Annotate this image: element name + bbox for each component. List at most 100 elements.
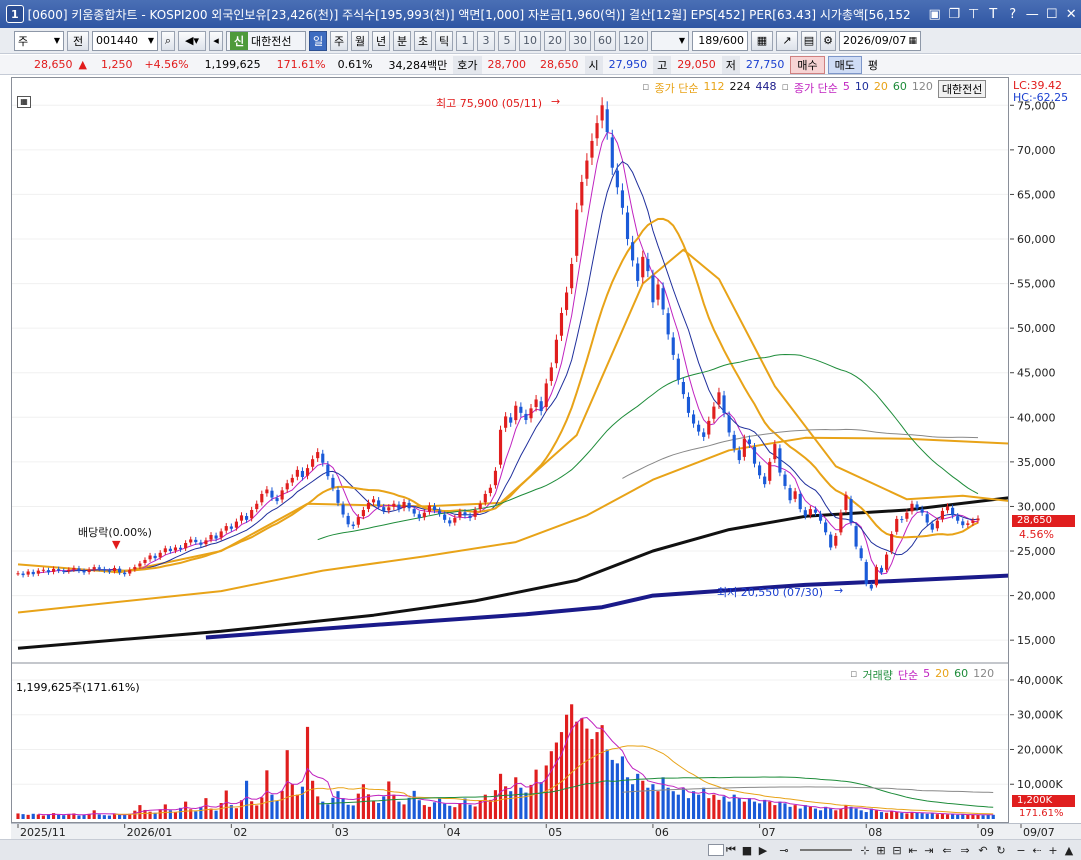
- close-icon[interactable]: ✕: [1061, 4, 1081, 24]
- save-icon[interactable]: ▤: [801, 30, 817, 51]
- grid-icon[interactable]: ▦: [751, 30, 773, 51]
- volume-bar: [468, 804, 472, 819]
- help-icon[interactable]: ?: [1003, 4, 1023, 24]
- drawing-tool-icon[interactable]: ↗: [776, 30, 798, 51]
- count-input[interactable]: 189 /600: [692, 30, 748, 51]
- candle: [615, 163, 619, 195]
- candle: [554, 334, 558, 369]
- evaluation-button[interactable]: 평: [862, 57, 884, 73]
- zoom-in-icon[interactable]: +: [1046, 842, 1060, 858]
- date-input[interactable]: 2026/09/07 ▦: [839, 30, 921, 51]
- stock-name: 대한전선: [251, 34, 292, 48]
- candle-body: [615, 170, 619, 188]
- candle-body: [519, 406, 523, 413]
- zoom-out-region-icon[interactable]: ⊟: [890, 842, 904, 858]
- stop-icon[interactable]: ■: [740, 842, 754, 858]
- legend-marker-icon: ▫: [642, 80, 650, 93]
- interval-120-button[interactable]: 120: [619, 30, 648, 51]
- cursor-icon[interactable]: ⊹: [858, 842, 872, 858]
- volume-bar: [529, 784, 533, 819]
- search-icon[interactable]: ⌕: [161, 30, 175, 51]
- period-month-button[interactable]: 월: [351, 30, 369, 51]
- volume-bar: [788, 806, 792, 819]
- candle-body: [590, 140, 594, 158]
- candle-body: [879, 567, 884, 573]
- period-second-button[interactable]: 초: [414, 30, 432, 51]
- chart-scrollbar[interactable]: ⏮ ■ ▶ ⊸ ⊹ ⊞ ⊟ ⇤ ⇥ ⇐ ⇒ ↶ ↻ − ⇠ + ▲: [0, 839, 1081, 860]
- zoom-slider-icon[interactable]: ⊸: [772, 842, 796, 858]
- view-left-icon[interactable]: ⇐: [940, 842, 954, 858]
- price-volume-chart[interactable]: [12, 78, 1081, 822]
- candle: [539, 396, 543, 416]
- interval-30-button[interactable]: 30: [569, 30, 591, 51]
- stock-code-input[interactable]: 001440 ▼: [92, 30, 158, 51]
- volume-bar: [539, 782, 543, 819]
- scroll-up-icon[interactable]: ▲: [1062, 842, 1076, 858]
- price-axis-svg: 75,00070,00065,00060,00055,00050,00045,0…: [1010, 99, 1063, 791]
- legend-stock-badge[interactable]: 대한전선: [937, 80, 987, 98]
- volume-bar: [351, 805, 355, 819]
- volume-bar: [778, 801, 782, 819]
- period-week-button[interactable]: 주: [330, 30, 348, 51]
- period-day-button[interactable]: 일: [309, 30, 327, 51]
- fit-icon[interactable]: ⇠: [1030, 842, 1044, 858]
- minimize-icon[interactable]: —: [1022, 4, 1042, 24]
- interval-5-button[interactable]: 5: [498, 30, 516, 51]
- maximize-icon[interactable]: ☐: [1042, 4, 1062, 24]
- period-type-select[interactable]: 주 ▼: [14, 30, 64, 51]
- zoom-in-region-icon[interactable]: ⊞: [874, 842, 888, 858]
- scroll-right-icon[interactable]: ⇥: [922, 842, 936, 858]
- interval-10-button[interactable]: 10: [519, 30, 541, 51]
- zoom-out-icon[interactable]: −: [1014, 842, 1028, 858]
- interval-20-button[interactable]: 20: [544, 30, 566, 51]
- chart-settings-icon[interactable]: ▣: [925, 4, 945, 24]
- scroll-thumb[interactable]: [708, 844, 724, 856]
- interval-3-button[interactable]: 3: [477, 30, 495, 51]
- candle: [585, 153, 589, 186]
- chart-area[interactable]: ▦ ▫ 종가 단순 112 224 448 ▫ 종가 단순 5 10 20 60…: [11, 77, 1081, 823]
- candle-body: [305, 468, 310, 476]
- candle-body: [300, 470, 305, 478]
- candle-body: [570, 263, 574, 289]
- table-view-icon[interactable]: ▦: [17, 96, 31, 108]
- period-year-button[interactable]: 년: [372, 30, 390, 51]
- period-tick-button[interactable]: 틱: [435, 30, 453, 51]
- volume-bar: [991, 814, 995, 819]
- volume-bar: [184, 801, 188, 819]
- buy-button[interactable]: 매수: [790, 55, 825, 74]
- candle-body: [549, 367, 553, 382]
- view-right-icon[interactable]: ⇒: [958, 842, 972, 858]
- candle-body: [798, 493, 802, 510]
- first-page-icon[interactable]: ⏮: [724, 842, 738, 858]
- candle-body: [57, 569, 61, 571]
- candle-body: [21, 573, 25, 576]
- interval-1-button[interactable]: 1: [456, 30, 474, 51]
- candle-body: [636, 263, 640, 281]
- market-button[interactable]: 전: [67, 30, 89, 51]
- volume-bar: [585, 728, 589, 819]
- scroll-left-icon[interactable]: ⇤: [906, 842, 920, 858]
- interval-custom-input[interactable]: ▼: [651, 30, 689, 51]
- candle-body: [834, 535, 838, 546]
- gear-icon[interactable]: ⚙: [820, 30, 836, 51]
- sound-icon[interactable]: ◀▾: [178, 30, 206, 51]
- volume-bar: [463, 798, 467, 819]
- zoom-slider-track[interactable]: [800, 849, 852, 851]
- restore-window-icon[interactable]: ❐: [944, 4, 964, 24]
- volume-bar: [768, 801, 772, 819]
- price-axis-label: 20,000: [1017, 590, 1056, 603]
- interval-60-button[interactable]: 60: [594, 30, 616, 51]
- arrow-left-icon[interactable]: ◂: [209, 30, 223, 51]
- volume-bar: [407, 797, 411, 819]
- play-icon[interactable]: ▶: [756, 842, 770, 858]
- pin-icon[interactable]: ⊤: [964, 4, 984, 24]
- refresh-icon[interactable]: ↻: [994, 842, 1008, 858]
- font-icon[interactable]: T: [983, 4, 1003, 24]
- undo-icon[interactable]: ↶: [976, 842, 990, 858]
- volume-bar: [818, 810, 823, 819]
- period-minute-button[interactable]: 분: [393, 30, 411, 51]
- candle: [580, 174, 584, 213]
- sell-button[interactable]: 매도: [827, 55, 862, 74]
- volume-bar: [199, 806, 203, 819]
- candle: [316, 448, 320, 462]
